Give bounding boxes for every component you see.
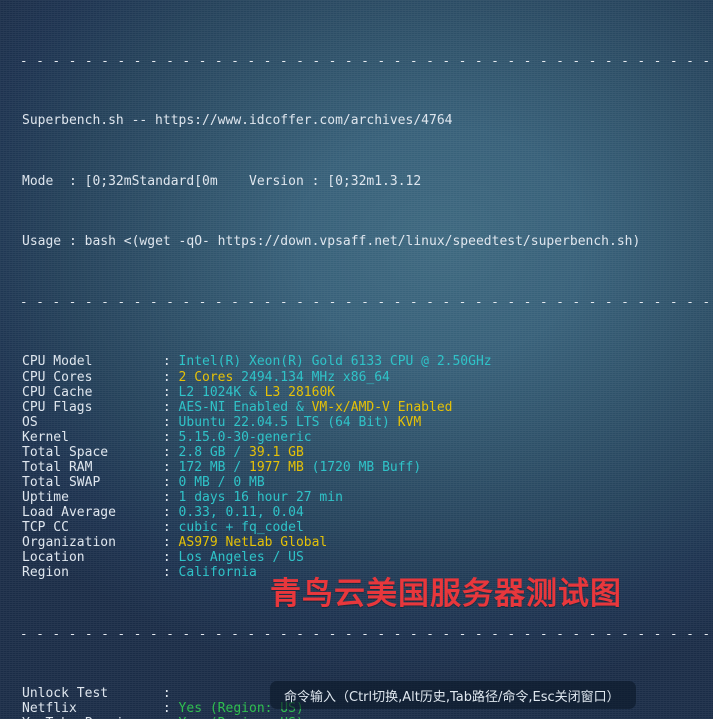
sysinfo-value: 39.1 GB: [249, 444, 304, 460]
usage-value: bash <(wget -qO- https://down.vpsaff.net…: [84, 233, 641, 249]
header-title-line: Superbench.sh -- https://www.idcoffer.co…: [0, 113, 713, 128]
version-label: Version :: [217, 173, 328, 189]
sysinfo-row: CPU Cores : 2 Cores 2494.134 MHz x86_64: [0, 370, 713, 385]
sysinfo-row: CPU Flags : AES-NI Enabled & VM-x/AMD-V …: [0, 400, 713, 415]
sysinfo-row: Total SWAP : 0 MB / 0 MB: [0, 475, 713, 490]
command-input-hint-bar[interactable]: 命令输入（Ctrl切换,Alt历史,Tab路径/命令,Esc关闭窗口）: [270, 681, 636, 709]
sysinfo-value: Intel(R) Xeon(R) Gold 6133 CPU @ 2.50GHz: [178, 354, 492, 370]
sysinfo-label: CPU Model :: [22, 354, 179, 370]
sysinfo-label: Total RAM :: [22, 459, 179, 475]
sysinfo-value: cubic + fq_codel: [178, 520, 304, 536]
terminal-screen: - - - - - - - - - - - - - - - - - - - - …: [0, 0, 713, 719]
sysinfo-row: CPU Cache : L2 1024K & L3 28160K: [0, 385, 713, 400]
watermark-text: 青鸟云美国服务器测试图: [270, 576, 622, 612]
sysinfo-value: 5.15.0-30-generic: [178, 429, 312, 445]
sysinfo-row: Load Average : 0.33, 0.11, 0.04: [0, 505, 713, 520]
mode-label: Mode :: [22, 173, 85, 189]
sysinfo-value: L3 28160K: [264, 384, 336, 400]
sysinfo-value: Los Angeles / US: [178, 550, 304, 566]
sysinfo-value: VM-x/AMD-V Enabled: [311, 399, 453, 415]
sysinfo-value: 2.8 GB: [178, 444, 234, 460]
usage-label: Usage :: [22, 233, 85, 249]
sysinfo-row: Total Space : 2.8 GB / 39.1 GB: [0, 445, 713, 460]
sysinfo-value: &: [249, 384, 265, 400]
sysinfo-row: TCP CC : cubic + fq_codel: [0, 520, 713, 535]
sysinfo-value: 1 days 16 hour 27 min: [178, 490, 343, 505]
sysinfo-value: 1977 MB: [249, 459, 304, 475]
sysinfo-row: Uptime : 1 days 16 hour 27 min: [0, 490, 713, 505]
sysinfo-label: OS :: [22, 414, 179, 430]
sysinfo-label: Location :: [22, 550, 179, 566]
sysinfo-value: 172 MB: [178, 459, 234, 475]
sysinfo-value: /: [233, 459, 249, 475]
header-mode-line: Mode : [0;32mStandard[0m Version : [0;32…: [0, 174, 713, 189]
sysinfo-value: /: [233, 444, 249, 460]
sysinfo-value: &: [295, 399, 312, 415]
sysinfo-row: Organization : AS979 NetLab Global: [0, 535, 713, 550]
sysinfo-label: TCP CC :: [22, 520, 179, 536]
sysinfo-value: Ubuntu 22.04.5 LTS (64 Bit): [178, 414, 398, 430]
sysinfo-label: Total SWAP :: [22, 474, 179, 490]
version-value: [0;32m1.3.12: [327, 173, 422, 189]
sysinfo-label: CPU Cache :: [22, 384, 179, 400]
sysinfo-row: Location : Los Angeles / US: [0, 550, 713, 565]
sysinfo-value: 0 MB / 0 MB: [178, 474, 265, 490]
sysinfo-label: Kernel :: [22, 429, 179, 445]
sysinfo-row: OS : Ubuntu 22.04.5 LTS (64 Bit) KVM: [0, 415, 713, 430]
separator-unlock: - - - - - - - - - - - - - - - - - - - - …: [20, 625, 711, 641]
sysinfo-row: CPU Model : Intel(R) Xeon(R) Gold 6133 C…: [0, 354, 713, 369]
sysinfo-label: CPU Cores :: [22, 369, 179, 385]
sysinfo-label: Total Space :: [22, 444, 179, 460]
sysinfo-label: Load Average :: [22, 505, 179, 521]
sysinfo-value: (1720 MB Buff): [303, 459, 422, 475]
header-usage-line: Usage : bash <(wget -qO- https://down.vp…: [0, 234, 713, 249]
separator-sysinfo: - - - - - - - - - - - - - - - - - - - - …: [20, 294, 711, 310]
sysinfo-value: 2 Cores: [178, 369, 234, 385]
sysinfo-value: L2 1024K: [178, 384, 249, 400]
script-title: Superbench.sh -- https://www.idcoffer.co…: [22, 113, 453, 129]
sysinfo-value: 2494.134 MHz x86_64: [233, 369, 390, 385]
unlock-label: Unlock Test :: [22, 685, 179, 701]
mode-value: [0;32mStandard[0m: [84, 173, 218, 189]
sysinfo-row: Kernel : 5.15.0-30-generic: [0, 430, 713, 445]
sysinfo-value: AES-NI Enabled: [178, 399, 296, 415]
sysinfo-row: Total RAM : 172 MB / 1977 MB (1720 MB Bu…: [0, 460, 713, 475]
sysinfo-value: KVM: [397, 414, 422, 430]
sysinfo-value: AS979 NetLab Global: [178, 535, 328, 551]
sysinfo-label: CPU Flags :: [22, 399, 179, 415]
sysinfo-label: Uptime :: [22, 490, 179, 505]
sysinfo-section: CPU Model : Intel(R) Xeon(R) Gold 6133 C…: [0, 354, 713, 580]
sysinfo-value: California: [178, 565, 257, 581]
command-input-hint-label: 命令输入（Ctrl切换,Alt历史,Tab路径/命令,Esc关闭窗口）: [284, 689, 620, 705]
sysinfo-value: 0.33, 0.11, 0.04: [178, 505, 304, 521]
unlock-label: Netflix :: [22, 700, 179, 716]
sysinfo-label: Organization :: [22, 535, 179, 551]
separator-top: - - - - - - - - - - - - - - - - - - - - …: [20, 53, 711, 69]
sysinfo-label: Region :: [22, 565, 179, 581]
